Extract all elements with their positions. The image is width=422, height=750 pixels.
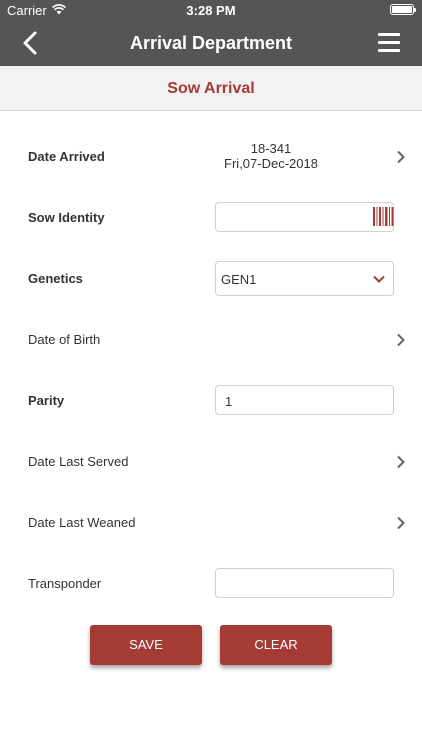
clear-button[interactable]: CLEAR — [220, 625, 332, 665]
save-button[interactable]: SAVE — [90, 625, 202, 665]
sow-identity-label: Sow Identity — [28, 210, 105, 225]
genetics-selected-value: GEN1 — [221, 272, 257, 287]
date-last-weaned-label: Date Last Weaned — [28, 515, 136, 530]
sow-identity-input[interactable] — [215, 202, 394, 232]
genetics-label: Genetics — [28, 271, 83, 286]
parity-label: Parity — [28, 393, 65, 408]
chevron-right-icon[interactable] — [396, 150, 406, 164]
section-title: Sow Arrival — [167, 80, 255, 97]
battery-icon — [390, 4, 416, 15]
status-time: 3:28 PM — [186, 3, 236, 18]
chevron-right-icon[interactable] — [396, 516, 406, 530]
page-title: Arrival Department — [129, 33, 293, 53]
transponder-label: Transponder — [28, 576, 102, 591]
transponder-row: Transponder — [0, 564, 422, 604]
menu-icon[interactable] — [378, 33, 400, 53]
date-arrived-value: 18-341 Fri,07-Dec-2018 — [180, 141, 362, 171]
parity-input[interactable]: 1 — [215, 385, 394, 415]
genetics-select[interactable]: GEN1 — [215, 261, 394, 296]
parity-row: Parity 1 — [0, 381, 422, 421]
date-last-served-label: Date Last Served — [28, 454, 129, 469]
date-of-birth-row[interactable]: Date of Birth — [0, 320, 422, 360]
status-bar: Carrier 3:28 PM — [0, 0, 422, 20]
chevron-right-icon[interactable] — [396, 455, 406, 469]
transponder-input[interactable] — [215, 568, 394, 598]
navigation-bar: Arrival Department — [0, 20, 422, 66]
date-arrived-date: Fri,07-Dec-2018 — [224, 156, 318, 171]
genetics-row: Genetics GEN1 — [0, 261, 422, 301]
barcode-icon[interactable] — [373, 207, 394, 226]
date-arrived-label: Date Arrived — [28, 149, 105, 164]
chevron-down-icon — [373, 275, 385, 283]
date-of-birth-label: Date of Birth — [28, 332, 101, 347]
section-header: Sow Arrival — [0, 66, 422, 111]
chevron-right-icon[interactable] — [396, 333, 406, 347]
date-last-weaned-row[interactable]: Date Last Weaned — [0, 503, 422, 543]
date-arrived-row[interactable]: Date Arrived 18-341 Fri,07-Dec-2018 — [0, 137, 422, 177]
date-last-served-row[interactable]: Date Last Served — [0, 442, 422, 482]
sow-identity-row: Sow Identity — [0, 198, 422, 238]
date-arrived-code: 18-341 — [250, 141, 292, 156]
